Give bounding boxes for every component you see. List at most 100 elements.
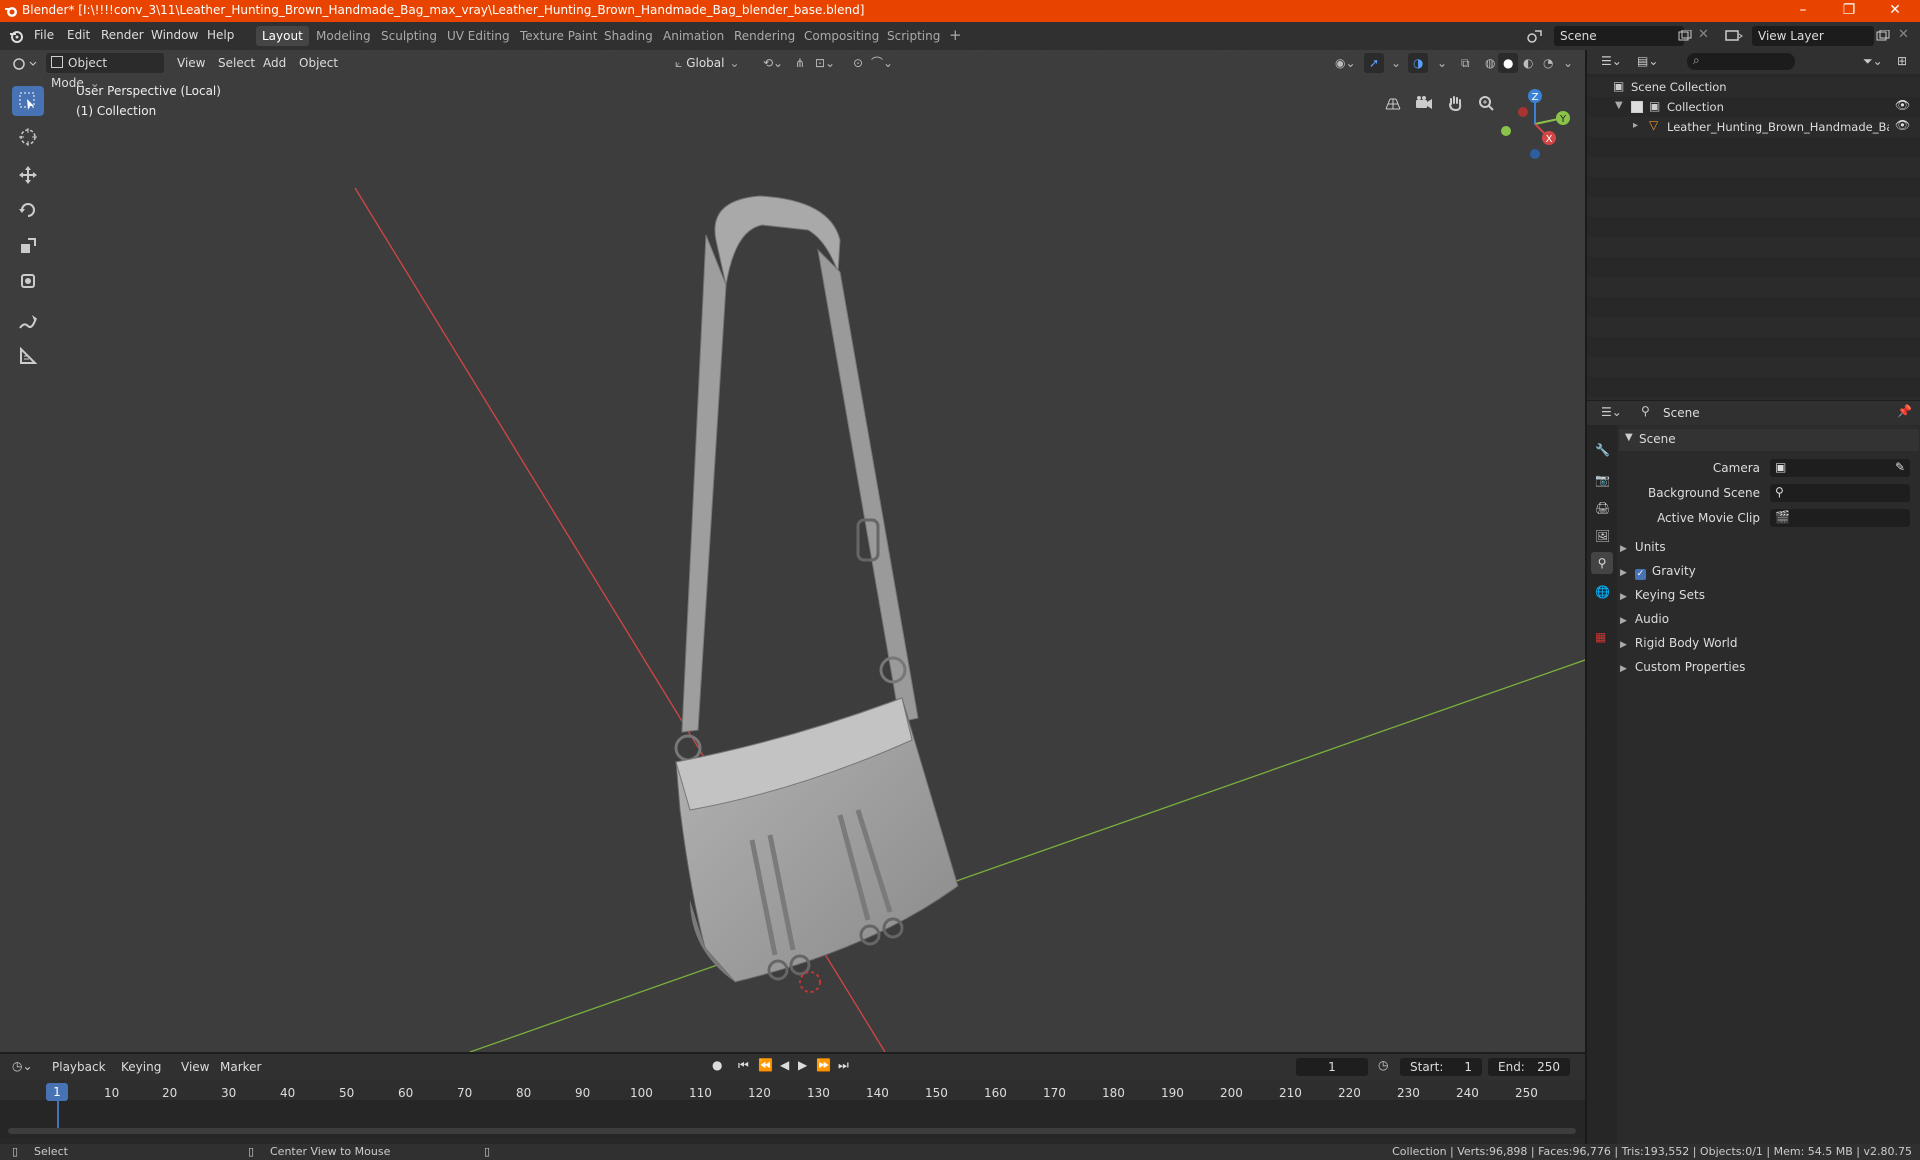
record-button[interactable]: ● <box>712 1058 722 1072</box>
shading-options-icon[interactable]: ⌄ <box>1558 53 1578 73</box>
section-rigid-body-world[interactable]: ▶ Rigid Body World <box>1620 636 1920 656</box>
delete-scene-icon[interactable]: ✕ <box>1698 27 1709 42</box>
play-button[interactable]: ▶ <box>798 1058 807 1072</box>
gravity-checkbox[interactable]: ✓ <box>1634 569 1646 580</box>
outliner-row-scene-collection[interactable]: ▣ Scene Collection <box>1587 77 1920 97</box>
workspace-tab-animation[interactable]: Animation <box>657 26 730 46</box>
timeline-editor-type-icon[interactable]: ◷⌄ <box>12 1059 33 1073</box>
delete-view-layer-icon[interactable]: ✕ <box>1898 27 1909 42</box>
navigation-gizmo[interactable]: Z Y X <box>1495 84 1575 164</box>
menu-render[interactable]: Render <box>101 28 144 42</box>
overlay-options-icon[interactable]: ⌄ <box>1432 53 1452 73</box>
expand-object-icon[interactable]: ▸ <box>1633 120 1638 131</box>
outliner-editor-type-icon[interactable]: ☰⌄ <box>1601 54 1622 68</box>
workspace-tab-shading[interactable]: Shading <box>598 26 659 46</box>
next-keyframe-button[interactable]: ⏩ <box>816 1058 831 1072</box>
shading-rendered-icon[interactable]: ◔ <box>1538 53 1558 73</box>
menu-help[interactable]: Help <box>207 28 234 42</box>
add-workspace-icon[interactable]: + <box>943 26 968 46</box>
tab-view-layer-icon[interactable]: 🖼 <box>1595 529 1610 543</box>
section-gravity[interactable]: ▶ ✓ Gravity <box>1620 564 1920 584</box>
outliner-row-object[interactable]: ▸ ▽ Leather_Hunting_Brown_Handmade_Bag_p… <box>1587 117 1920 137</box>
new-view-layer-icon[interactable] <box>1876 30 1890 42</box>
workspace-tab-scripting[interactable]: Scripting <box>881 26 946 46</box>
menu-file[interactable]: File <box>34 28 54 42</box>
falloff-icon[interactable]: ⌒⌄ <box>866 53 898 73</box>
workspace-tab-uv-editing[interactable]: UV Editing <box>441 26 516 46</box>
outliner-search-input[interactable]: ⌕ <box>1687 53 1795 70</box>
viewport-menu-select[interactable]: Select <box>213 53 260 73</box>
minimize-button[interactable]: – <box>1780 0 1826 22</box>
blender-menu-icon[interactable] <box>8 28 24 44</box>
shading-solid-icon[interactable]: ● <box>1498 53 1519 73</box>
timeline-menu-marker[interactable]: Marker <box>220 1060 261 1074</box>
workspace-tab-sculpting[interactable]: Sculpting <box>375 26 443 46</box>
mode-dropdown[interactable]: Object Mode ⌄ <box>46 53 164 90</box>
timeline-menu-playback[interactable]: Playback <box>52 1060 106 1074</box>
camera-view-button[interactable] <box>1411 90 1437 116</box>
current-frame-field[interactable]: 1 <box>1296 1058 1368 1076</box>
scale-tool[interactable] <box>12 231 44 261</box>
move-tool[interactable] <box>12 160 44 190</box>
eyedropper-icon[interactable]: ✎ <box>1895 460 1905 474</box>
background-scene-field[interactable]: ⚲ <box>1770 484 1910 502</box>
collection-checkbox[interactable] <box>1631 101 1643 113</box>
camera-field[interactable]: ▣ ✎ <box>1770 459 1910 477</box>
tab-tool-icon[interactable]: 🔧 <box>1595 443 1610 457</box>
pan-view-button[interactable] <box>1442 90 1468 116</box>
end-frame-field[interactable]: End: 250 <box>1488 1058 1570 1076</box>
section-audio[interactable]: ▶ Audio <box>1620 612 1920 632</box>
filter-icon[interactable]: ⏷⌄ <box>1863 54 1883 69</box>
transform-orientation-dropdown[interactable]: ⟀ Global ⌄ <box>670 53 756 73</box>
viewport-canvas[interactable] <box>0 50 1585 1052</box>
restore-button[interactable]: ❐ <box>1826 0 1872 22</box>
menu-window[interactable]: Window <box>151 28 198 42</box>
collection-visibility-icon[interactable]: 👁 <box>1895 98 1910 112</box>
tab-texture-icon[interactable]: ▦ <box>1595 630 1606 644</box>
visibility-icon[interactable]: ◉⌄ <box>1330 53 1361 73</box>
close-button[interactable]: ✕ <box>1872 0 1918 22</box>
section-units[interactable]: ▶ Units <box>1620 540 1920 560</box>
tab-world-icon[interactable]: 🌐 <box>1595 585 1610 599</box>
preview-range-icon[interactable]: ◷ <box>1378 1058 1388 1072</box>
timeline-menu-keying[interactable]: Keying <box>121 1060 161 1074</box>
rotate-tool[interactable] <box>12 195 44 225</box>
properties-editor-type-icon[interactable]: ☰⌄ <box>1601 405 1622 419</box>
tab-output-icon[interactable]: 🖨 <box>1595 501 1610 515</box>
play-reverse-button[interactable]: ◀ <box>780 1058 789 1072</box>
expand-collection-icon[interactable]: ▼ <box>1615 100 1623 111</box>
section-custom-properties[interactable]: ▶ Custom Properties <box>1620 660 1920 680</box>
active-movie-clip-field[interactable]: 🎬 <box>1770 509 1910 527</box>
start-frame-field[interactable]: Start: 1 <box>1400 1058 1482 1076</box>
prev-keyframe-button[interactable]: ⏪ <box>758 1058 773 1072</box>
overlay-toggle-icon[interactable]: ◑ <box>1408 53 1429 73</box>
new-collection-icon[interactable]: ⊞ <box>1897 54 1907 68</box>
measure-tool[interactable] <box>12 341 44 371</box>
gizmo-options-icon[interactable]: ⌄ <box>1386 53 1406 73</box>
snap-icon[interactable]: ⋔ <box>790 53 810 73</box>
view-layer-selector[interactable]: View Layer <box>1752 26 1874 46</box>
workspace-tab-modeling[interactable]: Modeling <box>310 26 377 46</box>
new-scene-icon[interactable] <box>1678 30 1692 42</box>
3d-viewport[interactable] <box>0 50 1585 1052</box>
workspace-tab-rendering[interactable]: Rendering <box>728 26 801 46</box>
jump-start-button[interactable]: ⏮ <box>738 1058 749 1073</box>
xray-toggle-icon[interactable]: ⧉ <box>1456 53 1475 73</box>
transform-tool[interactable] <box>12 266 44 296</box>
viewport-menu-add[interactable]: Add <box>258 53 291 73</box>
section-keying-sets[interactable]: ▶ Keying Sets <box>1620 588 1920 608</box>
snap-target-icon[interactable]: ⊡⌄ <box>810 53 840 73</box>
annotate-tool[interactable] <box>12 307 44 337</box>
editor-type-icon[interactable] <box>12 55 38 71</box>
workspace-tab-layout[interactable]: Layout <box>256 26 309 46</box>
timeline-scrollbar[interactable] <box>8 1128 1576 1134</box>
jump-end-button[interactable]: ⏭ <box>838 1058 849 1073</box>
timeline-menu-view[interactable]: View <box>181 1060 209 1074</box>
pivot-point-icon[interactable]: ⟲⌄ <box>758 53 788 73</box>
cursor-tool[interactable] <box>12 122 44 152</box>
shading-material-icon[interactable]: ◐ <box>1518 53 1538 73</box>
workspace-tab-texture-paint[interactable]: Texture Paint <box>514 26 603 46</box>
display-mode-icon[interactable]: ▤⌄ <box>1637 54 1658 68</box>
scene-panel-header[interactable]: ▼ Scene <box>1619 429 1919 451</box>
pin-icon[interactable]: 📌 <box>1897 404 1912 418</box>
